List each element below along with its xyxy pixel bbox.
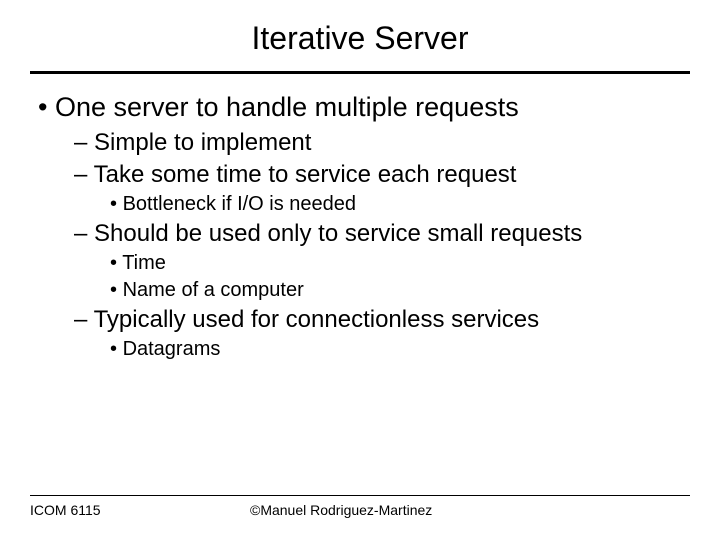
bullet-level3: Time <box>110 252 690 275</box>
footer: ICOM 6115 ©Manuel Rodriguez-Martinez <box>0 495 720 518</box>
bullet-level2: Typically used for connectionless servic… <box>74 306 690 334</box>
bullet-level2: Should be used only to service small req… <box>74 220 690 248</box>
bullet-level3: Bottleneck if I/O is needed <box>110 193 690 216</box>
footer-row: ICOM 6115 ©Manuel Rodriguez-Martinez <box>30 502 690 518</box>
bullet-level3: Name of a computer <box>110 279 690 302</box>
bullet-level3: Datagrams <box>110 338 690 361</box>
bullet-level2: Take some time to service each request <box>74 161 690 189</box>
title-divider <box>30 71 690 74</box>
slide: Iterative Server One server to handle mu… <box>0 0 720 540</box>
bullet-level2: Simple to implement <box>74 129 690 157</box>
bullet-level1: One server to handle multiple requests <box>38 92 690 123</box>
slide-content: One server to handle multiple requests S… <box>30 92 690 361</box>
footer-course-code: ICOM 6115 <box>30 502 250 518</box>
footer-divider <box>30 495 690 496</box>
footer-copyright: ©Manuel Rodriguez-Martinez <box>250 502 690 518</box>
slide-title: Iterative Server <box>30 20 690 57</box>
